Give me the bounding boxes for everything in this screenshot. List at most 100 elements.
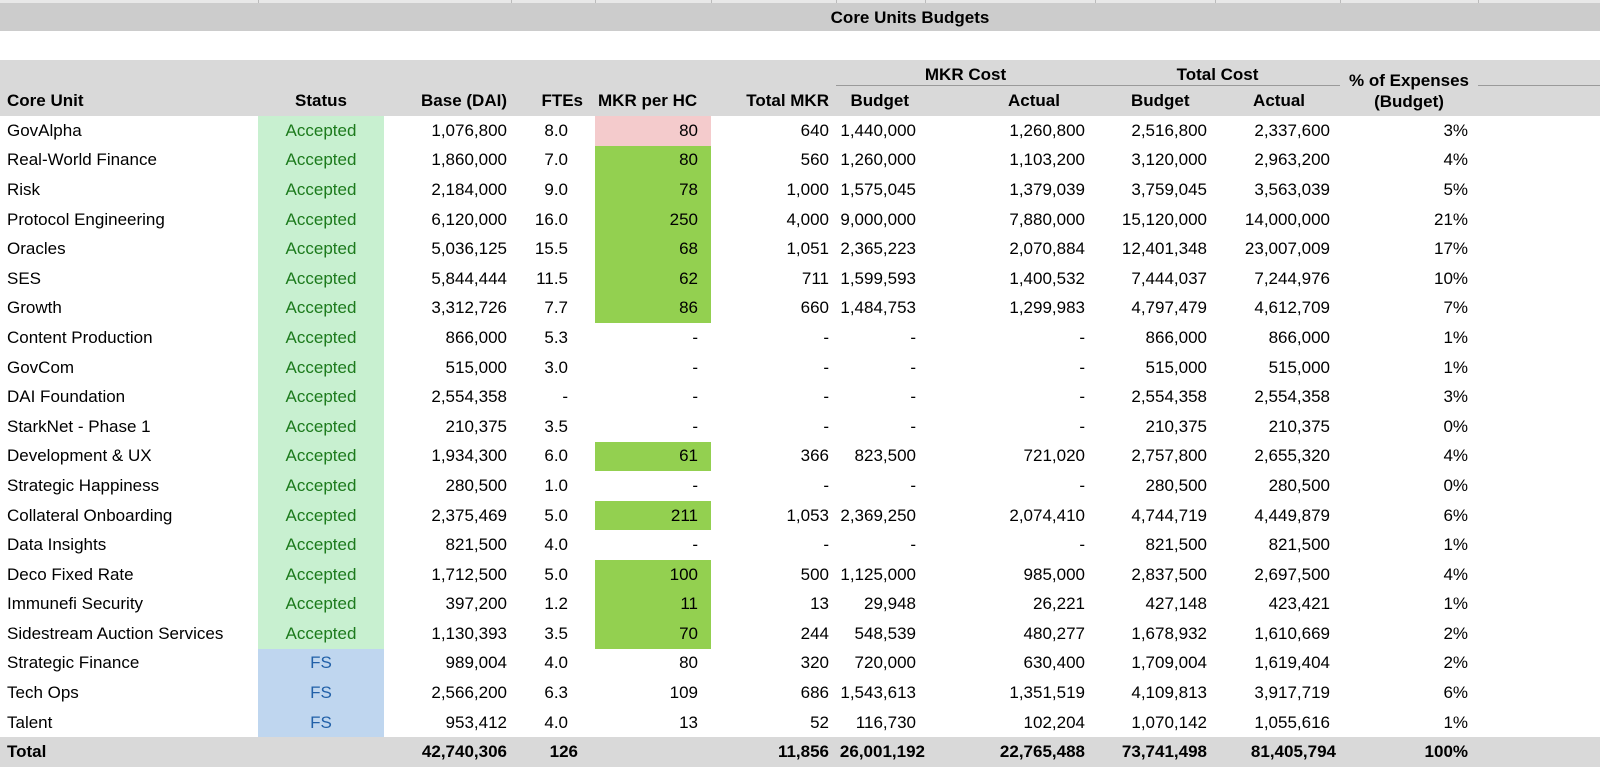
empty-cell[interactable]: [1478, 590, 1600, 620]
base-dai[interactable]: 210,375: [384, 412, 511, 442]
total-budget[interactable]: 3,120,000: [1095, 146, 1215, 176]
mkr-budget[interactable]: -: [836, 323, 925, 353]
core-unit-name[interactable]: Data Insights: [0, 530, 258, 560]
total-budget[interactable]: 2,516,800: [1095, 116, 1215, 146]
total-actual[interactable]: 1,619,404: [1215, 649, 1340, 679]
base-dai[interactable]: 5,844,444: [384, 264, 511, 294]
empty-cell[interactable]: [1478, 412, 1600, 442]
mkr-actual[interactable]: 7,880,000: [925, 205, 1095, 235]
total-budget[interactable]: 4,797,479: [1095, 294, 1215, 324]
ftes[interactable]: 3.5: [511, 412, 595, 442]
total-budget[interactable]: 821,500: [1095, 530, 1215, 560]
mkr-actual[interactable]: 480,277: [925, 619, 1095, 649]
total-budget[interactable]: 7,444,037: [1095, 264, 1215, 294]
core-unit-name[interactable]: Growth: [0, 294, 258, 324]
mkr-per-hc[interactable]: 86: [595, 293, 711, 324]
mkr-per-hc[interactable]: -: [595, 382, 711, 412]
total-mkr[interactable]: 366: [711, 442, 836, 472]
empty-cell[interactable]: [1478, 323, 1600, 353]
mkr-budget[interactable]: 1,260,000: [836, 146, 925, 176]
total-actual[interactable]: 210,375: [1215, 412, 1340, 442]
ftes[interactable]: 3.0: [511, 353, 595, 383]
empty-cell[interactable]: [1478, 678, 1600, 708]
total-mkr[interactable]: 13: [711, 590, 836, 620]
empty-cell[interactable]: [1478, 205, 1600, 235]
pct-expenses[interactable]: 1%: [1340, 323, 1478, 353]
mkr-actual[interactable]: 2,074,410: [925, 501, 1095, 531]
pct-expenses[interactable]: 1%: [1340, 590, 1478, 620]
total-actual[interactable]: 1,055,616: [1215, 708, 1340, 738]
ftes[interactable]: 9.0: [511, 175, 595, 205]
total-mkr[interactable]: 1,051: [711, 234, 836, 264]
ftes[interactable]: 1.2: [511, 590, 595, 620]
base-dai[interactable]: 989,004: [384, 649, 511, 679]
base-dai[interactable]: 5,036,125: [384, 234, 511, 264]
total-budget[interactable]: 4,109,813: [1095, 678, 1215, 708]
ftes[interactable]: 4.0: [511, 649, 595, 679]
total-mkr[interactable]: -: [711, 471, 836, 501]
mkr-per-hc[interactable]: 62: [595, 263, 711, 294]
total-budget[interactable]: 2,757,800: [1095, 442, 1215, 472]
status-badge[interactable]: Accepted: [258, 471, 384, 501]
total-budget[interactable]: 210,375: [1095, 412, 1215, 442]
core-unit-name[interactable]: Real-World Finance: [0, 146, 258, 176]
status-badge[interactable]: Accepted: [258, 441, 384, 472]
mkr-budget[interactable]: 1,484,753: [836, 294, 925, 324]
total-actual[interactable]: 7,244,976: [1215, 264, 1340, 294]
empty-cell[interactable]: [1478, 175, 1600, 205]
mkr-actual[interactable]: -: [925, 412, 1095, 442]
mkr-actual[interactable]: 1,299,983: [925, 294, 1095, 324]
pct-expenses[interactable]: 4%: [1340, 560, 1478, 590]
ftes[interactable]: 6.0: [511, 442, 595, 472]
total-mkr[interactable]: 1,053: [711, 501, 836, 531]
mkr-actual[interactable]: 985,000: [925, 560, 1095, 590]
pct-expenses[interactable]: 4%: [1340, 442, 1478, 472]
core-unit-name[interactable]: SES: [0, 264, 258, 294]
core-unit-name[interactable]: Development & UX: [0, 442, 258, 472]
ftes[interactable]: 11.5: [511, 264, 595, 294]
mkr-budget[interactable]: 548,539: [836, 619, 925, 649]
base-dai[interactable]: 1,130,393: [384, 619, 511, 649]
ftes[interactable]: 5.0: [511, 560, 595, 590]
empty-cell[interactable]: [1478, 708, 1600, 738]
mkr-budget[interactable]: 720,000: [836, 649, 925, 679]
status-badge[interactable]: Accepted: [258, 559, 384, 590]
pct-expenses[interactable]: 6%: [1340, 678, 1478, 708]
base-dai[interactable]: 953,412: [384, 708, 511, 738]
core-unit-name[interactable]: Oracles: [0, 234, 258, 264]
total-mkr[interactable]: 4,000: [711, 205, 836, 235]
base-dai[interactable]: 2,554,358: [384, 382, 511, 412]
core-unit-name[interactable]: GovCom: [0, 353, 258, 383]
ftes[interactable]: 3.5: [511, 619, 595, 649]
status-badge[interactable]: Accepted: [258, 263, 384, 294]
pct-expenses[interactable]: 4%: [1340, 146, 1478, 176]
total-actual[interactable]: 2,554,358: [1215, 382, 1340, 412]
core-unit-name[interactable]: Protocol Engineering: [0, 205, 258, 235]
mkr-actual[interactable]: -: [925, 353, 1095, 383]
pct-expenses[interactable]: 10%: [1340, 264, 1478, 294]
total-actual[interactable]: 2,697,500: [1215, 560, 1340, 590]
mkr-budget[interactable]: 1,125,000: [836, 560, 925, 590]
total-actual[interactable]: 515,000: [1215, 353, 1340, 383]
ftes[interactable]: 1.0: [511, 471, 595, 501]
core-unit-name[interactable]: GovAlpha: [0, 116, 258, 146]
pct-expenses[interactable]: 17%: [1340, 234, 1478, 264]
total-actual[interactable]: 1,610,669: [1215, 619, 1340, 649]
pct-expenses[interactable]: 1%: [1340, 708, 1478, 738]
empty-cell[interactable]: [1478, 146, 1600, 176]
total-mkr[interactable]: -: [711, 323, 836, 353]
mkr-per-hc[interactable]: -: [595, 353, 711, 383]
base-dai[interactable]: 1,076,800: [384, 116, 511, 146]
base-dai[interactable]: 515,000: [384, 353, 511, 383]
mkr-actual[interactable]: 721,020: [925, 442, 1095, 472]
total-actual[interactable]: 866,000: [1215, 323, 1340, 353]
pct-expenses[interactable]: 0%: [1340, 412, 1478, 442]
total-mkr[interactable]: 52: [711, 708, 836, 738]
core-unit-name[interactable]: Talent: [0, 708, 258, 738]
mkr-budget[interactable]: -: [836, 412, 925, 442]
mkr-actual[interactable]: 2,070,884: [925, 234, 1095, 264]
mkr-actual[interactable]: -: [925, 323, 1095, 353]
mkr-per-hc[interactable]: -: [595, 323, 711, 353]
mkr-actual[interactable]: 1,379,039: [925, 175, 1095, 205]
ftes[interactable]: 7.0: [511, 146, 595, 176]
